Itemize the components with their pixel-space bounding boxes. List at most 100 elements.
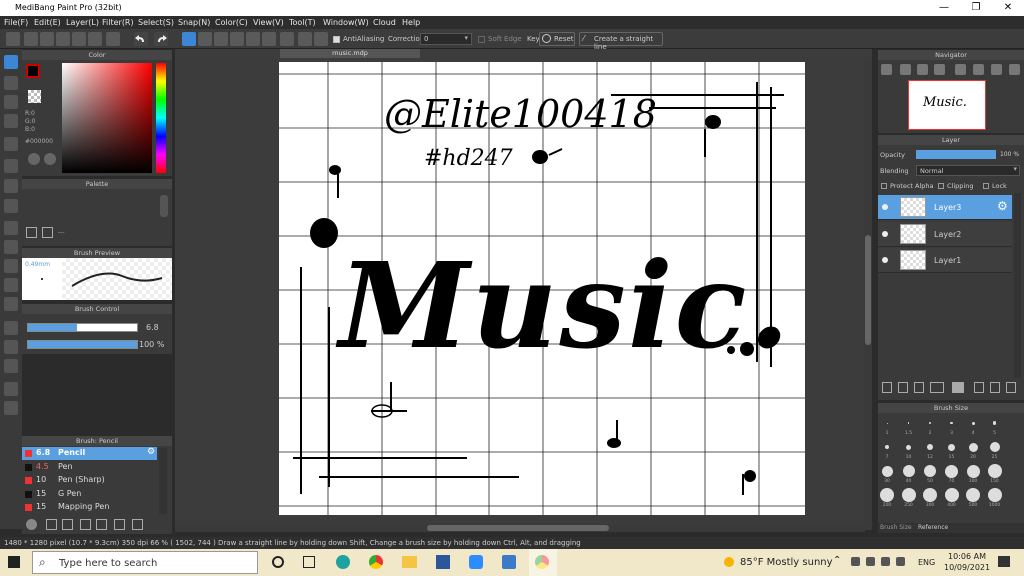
layer-row[interactable]: Layer3 ⚙ — [878, 195, 1012, 220]
zoom-out-icon[interactable] — [900, 64, 911, 75]
tab-brush-size[interactable]: Brush Size — [880, 524, 912, 531]
lock-checkbox[interactable] — [983, 183, 989, 189]
horizontal-scrollbar[interactable] — [175, 524, 865, 532]
grid-icon[interactable] — [106, 32, 120, 46]
hand-tool-icon[interactable] — [4, 401, 18, 415]
bucket-tool-icon[interactable] — [4, 179, 18, 193]
panel-icon[interactable] — [72, 32, 86, 46]
add-brush-icon[interactable] — [46, 519, 57, 530]
menu-layer[interactable]: Layer(L) — [66, 18, 99, 27]
clock-time[interactable]: 10:06 AM — [948, 552, 986, 561]
edge-icon[interactable] — [336, 555, 350, 569]
tab-reference[interactable]: Reference — [918, 524, 948, 531]
brush-list-scrollbar[interactable] — [159, 448, 167, 514]
move-tool-icon[interactable] — [4, 137, 18, 151]
color-wheel-icon[interactable] — [28, 153, 40, 165]
clipping-checkbox[interactable] — [938, 183, 944, 189]
language-indicator[interactable]: ENG — [918, 558, 935, 567]
duplicate-layer-icon[interactable] — [974, 382, 984, 393]
delete-brush-icon[interactable] — [132, 519, 143, 530]
brush-tool-icon[interactable] — [4, 55, 18, 69]
palette-scrollbar[interactable] — [160, 195, 168, 217]
select-tool-icon[interactable] — [4, 221, 18, 235]
menu-file[interactable]: File(F) — [4, 18, 28, 27]
navigator-thumbnail[interactable]: Music. — [908, 80, 986, 130]
eye-icon[interactable] — [882, 230, 888, 237]
brush-list-item[interactable]: 6.8 Pencil ⚙ — [22, 447, 157, 460]
brush-folder-icon[interactable] — [96, 519, 107, 530]
brush-list-item[interactable]: 15 G Pen — [22, 488, 157, 501]
brush-size-dot[interactable] — [966, 464, 980, 478]
brush-size-dot[interactable] — [902, 465, 915, 477]
menu-snap[interactable]: Snap(N) — [178, 18, 210, 27]
brush-size-dot[interactable] — [968, 442, 978, 452]
magic-wand-icon[interactable] — [4, 259, 18, 273]
divide-tool-icon[interactable] — [4, 359, 18, 373]
brush-size-slider[interactable] — [27, 323, 138, 332]
lasso-tool-icon[interactable] — [4, 240, 18, 254]
vertical-scrollbar[interactable] — [864, 60, 872, 530]
layer-scrollbar[interactable] — [1014, 193, 1021, 393]
word-icon[interactable] — [436, 555, 450, 569]
brush-properties-icon[interactable] — [80, 519, 91, 530]
vanishing-snap-icon[interactable] — [230, 32, 244, 46]
undo-icon[interactable] — [134, 32, 148, 46]
chevron-up-icon[interactable]: ⌃ — [833, 555, 841, 566]
select-eraser-icon[interactable] — [4, 297, 18, 311]
menu-select[interactable]: Select(S) — [138, 18, 174, 27]
network-icon[interactable] — [851, 557, 860, 566]
brush-size-dot[interactable] — [881, 465, 893, 477]
foreground-color-swatch[interactable] — [26, 64, 40, 78]
menu-window[interactable]: Window(W) — [323, 18, 369, 27]
brush-size-dot[interactable] — [923, 488, 937, 502]
task-view-icon[interactable] — [303, 556, 315, 568]
brush-menu-icon[interactable] — [62, 519, 73, 530]
minimize-button[interactable]: — — [928, 0, 960, 16]
color-field[interactable] — [62, 63, 152, 173]
blending-select[interactable]: Normal ▾ — [916, 165, 1020, 176]
brush-size-dot[interactable] — [987, 464, 1002, 478]
app-icon[interactable] — [502, 555, 516, 569]
brush-opacity-slider[interactable] — [27, 340, 138, 349]
transparent-swatch[interactable] — [28, 90, 41, 103]
layer-menu-icon[interactable] — [930, 382, 944, 393]
brush-size-dot[interactable] — [880, 488, 894, 502]
settings-icon[interactable] — [298, 32, 312, 46]
menu-cloud[interactable]: Cloud — [373, 18, 396, 27]
eye-icon[interactable] — [882, 257, 888, 263]
close-button[interactable]: ✕ — [992, 0, 1024, 16]
brush-size-dot[interactable] — [945, 464, 958, 478]
radial-snap-icon[interactable] — [246, 32, 260, 46]
duplicate-brush-icon[interactable] — [114, 519, 125, 530]
upload-icon[interactable] — [24, 32, 38, 46]
brush-size-dot[interactable] — [901, 488, 916, 502]
brush-size-dot[interactable] — [966, 488, 980, 502]
color-mix-icon[interactable] — [44, 153, 56, 165]
notification-icon[interactable] — [998, 556, 1010, 567]
pen-icon[interactable] — [866, 557, 875, 566]
brush-list-item[interactable]: 4.5 Pen — [22, 461, 157, 474]
eraser-tool-icon[interactable] — [4, 76, 18, 90]
redo-icon[interactable] — [154, 32, 168, 46]
new-8bit-layer-icon[interactable] — [914, 382, 924, 393]
cross-snap-icon[interactable] — [214, 32, 228, 46]
antialiasing-checkbox[interactable] — [333, 36, 340, 43]
curve-snap-icon[interactable] — [280, 32, 294, 46]
correction-select[interactable]: 0 ▾ — [420, 33, 472, 45]
menu-view[interactable]: View(V) — [253, 18, 284, 27]
weather-text[interactable]: 85°F Mostly sunny — [740, 557, 833, 568]
cloud-icon[interactable] — [6, 32, 20, 46]
operation-tool-icon[interactable] — [4, 340, 18, 354]
zoom-in-icon[interactable] — [881, 64, 892, 75]
fit-window-icon[interactable] — [917, 64, 928, 75]
comment-icon[interactable] — [40, 32, 54, 46]
brush-size-dot[interactable] — [971, 421, 975, 425]
rotate-left-icon[interactable] — [955, 64, 966, 75]
wifi-icon[interactable] — [881, 557, 890, 566]
eye-icon[interactable] — [882, 204, 888, 210]
maximize-button[interactable]: ❐ — [960, 0, 992, 16]
gear-icon[interactable]: ⚙ — [997, 199, 1008, 213]
vertical-scroll-thumb[interactable] — [865, 235, 871, 345]
horizontal-scroll-thumb[interactable] — [427, 525, 609, 531]
snap-settings-icon[interactable] — [314, 32, 328, 46]
